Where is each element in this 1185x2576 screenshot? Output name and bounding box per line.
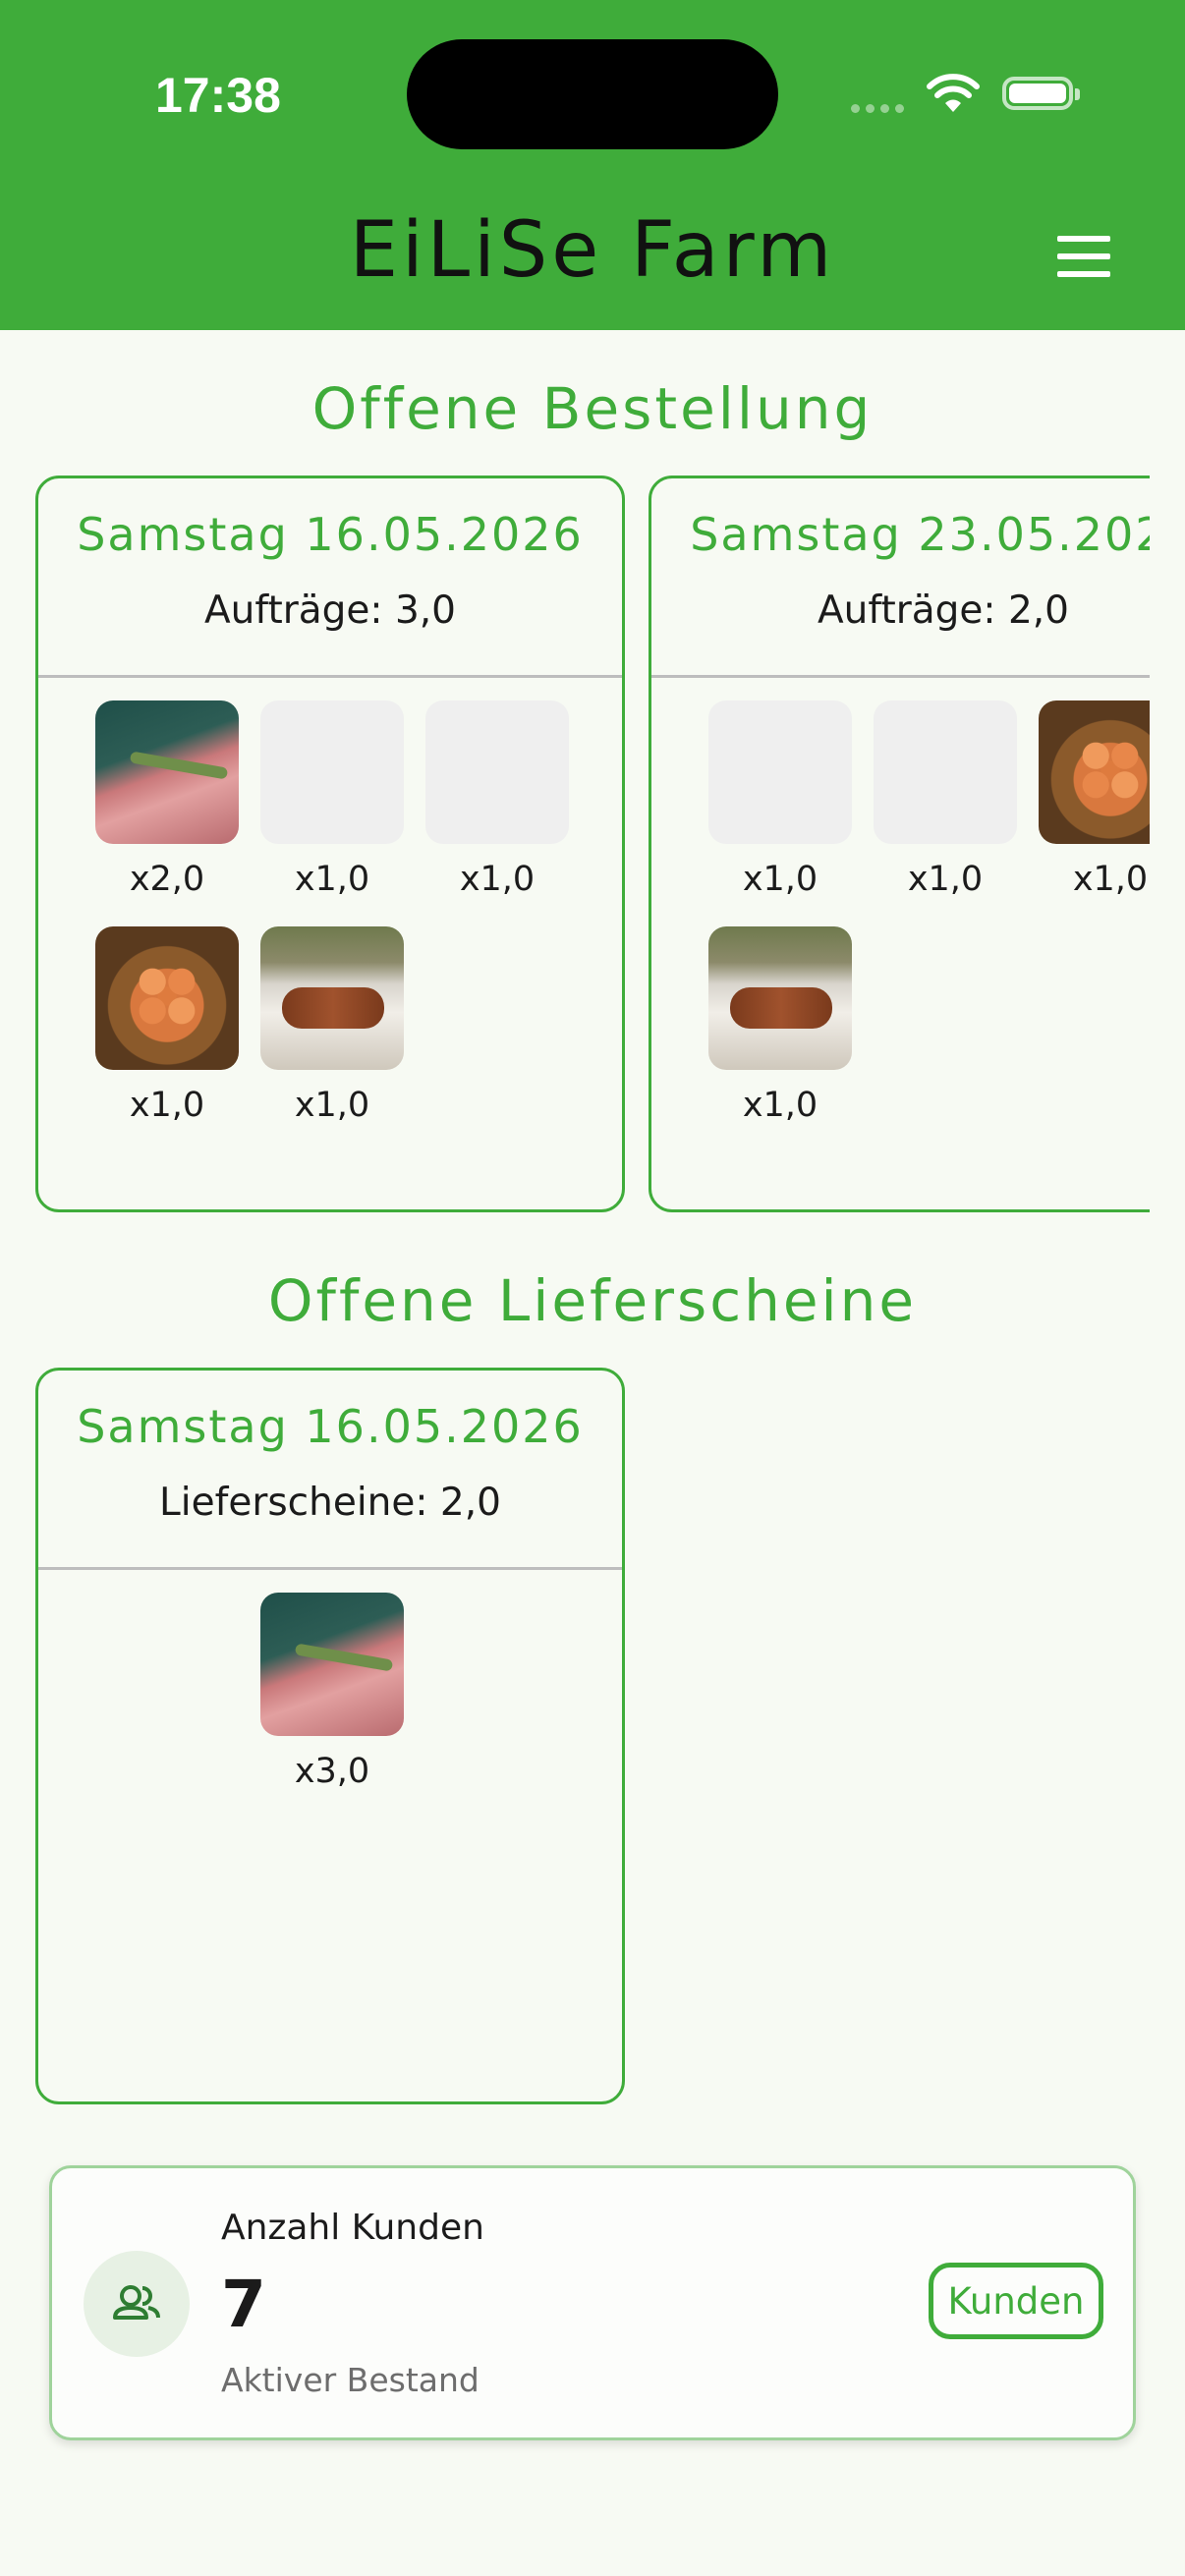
delivery-item[interactable]: x3,0 bbox=[260, 1593, 404, 1791]
orders-section-title: Offene Bestellung bbox=[311, 375, 874, 442]
cellular-signal-icon bbox=[851, 104, 904, 113]
image-placeholder bbox=[874, 700, 1017, 844]
order-item[interactable]: x1,0 bbox=[260, 700, 404, 899]
order-card[interactable]: Samstag 23.05.2026 Aufträge: 2,0 x1,0 x1… bbox=[649, 476, 1185, 1212]
order-item[interactable]: x1,0 bbox=[425, 700, 569, 899]
card-divider bbox=[651, 675, 1185, 678]
item-quantity: x1,0 bbox=[742, 860, 818, 899]
eggs-image bbox=[95, 926, 239, 1070]
status-time: 17:38 bbox=[155, 68, 281, 123]
item-quantity: x1,0 bbox=[907, 860, 984, 899]
delivery-section-title: Offene Lieferscheine bbox=[267, 1267, 918, 1334]
item-quantity: x1,0 bbox=[294, 860, 370, 899]
delivery-count: Lieferscheine: 2,0 bbox=[159, 1481, 501, 1525]
card-divider bbox=[38, 675, 622, 678]
scroll-clip bbox=[1150, 462, 1185, 1228]
order-item[interactable]: x2,0 bbox=[95, 700, 239, 899]
customers-button[interactable]: Kunden bbox=[929, 2263, 1103, 2339]
dynamic-island bbox=[407, 39, 778, 149]
customer-avatar bbox=[84, 2251, 190, 2357]
customer-count-card: Anzahl Kunden 7 Aktiver Bestand Kunden bbox=[49, 2165, 1136, 2440]
image-placeholder bbox=[708, 700, 852, 844]
item-quantity: x2,0 bbox=[129, 860, 205, 899]
wifi-icon bbox=[927, 74, 980, 112]
app-bar: 17:38 EiLiSe Farm bbox=[0, 0, 1185, 330]
item-quantity: x1,0 bbox=[742, 1086, 818, 1125]
customer-count-sublabel: Aktiver Bestand bbox=[221, 2361, 480, 2399]
delivery-date: Samstag 16.05.2026 bbox=[77, 1400, 584, 1453]
sausage-image bbox=[260, 1593, 404, 1736]
item-quantity: x3,0 bbox=[294, 1752, 370, 1791]
hamburger-menu-icon[interactable] bbox=[1051, 232, 1116, 283]
wurst-plate-image bbox=[260, 926, 404, 1070]
order-item[interactable]: x1,0 bbox=[708, 700, 852, 899]
order-card[interactable]: Samstag 16.05.2026 Aufträge: 3,0 x2,0 x1… bbox=[35, 476, 625, 1212]
battery-icon bbox=[1002, 77, 1080, 110]
order-item[interactable]: x1,0 bbox=[708, 926, 852, 1125]
order-count: Aufträge: 2,0 bbox=[818, 588, 1069, 633]
item-quantity: x1,0 bbox=[459, 860, 536, 899]
order-item[interactable]: x1,0 bbox=[95, 926, 239, 1125]
item-quantity: x1,0 bbox=[294, 1086, 370, 1125]
card-divider bbox=[38, 1567, 622, 1570]
people-icon bbox=[113, 2285, 160, 2320]
order-count: Aufträge: 3,0 bbox=[204, 588, 456, 633]
wurst-plate-image bbox=[708, 926, 852, 1070]
sausage-image bbox=[95, 700, 239, 844]
order-date: Samstag 23.05.2026 bbox=[690, 508, 1185, 561]
order-item[interactable]: x1,0 bbox=[874, 700, 1017, 899]
app-title: EiLiSe Farm bbox=[349, 206, 836, 295]
customer-count-label: Anzahl Kunden bbox=[221, 2208, 484, 2248]
customer-count-value: 7 bbox=[221, 2267, 266, 2342]
image-placeholder bbox=[260, 700, 404, 844]
delivery-card[interactable]: Samstag 16.05.2026 Lieferscheine: 2,0 x3… bbox=[35, 1368, 625, 2104]
order-date: Samstag 16.05.2026 bbox=[77, 508, 584, 561]
item-quantity: x1,0 bbox=[129, 1086, 205, 1125]
image-placeholder bbox=[425, 700, 569, 844]
order-item[interactable]: x1,0 bbox=[260, 926, 404, 1125]
